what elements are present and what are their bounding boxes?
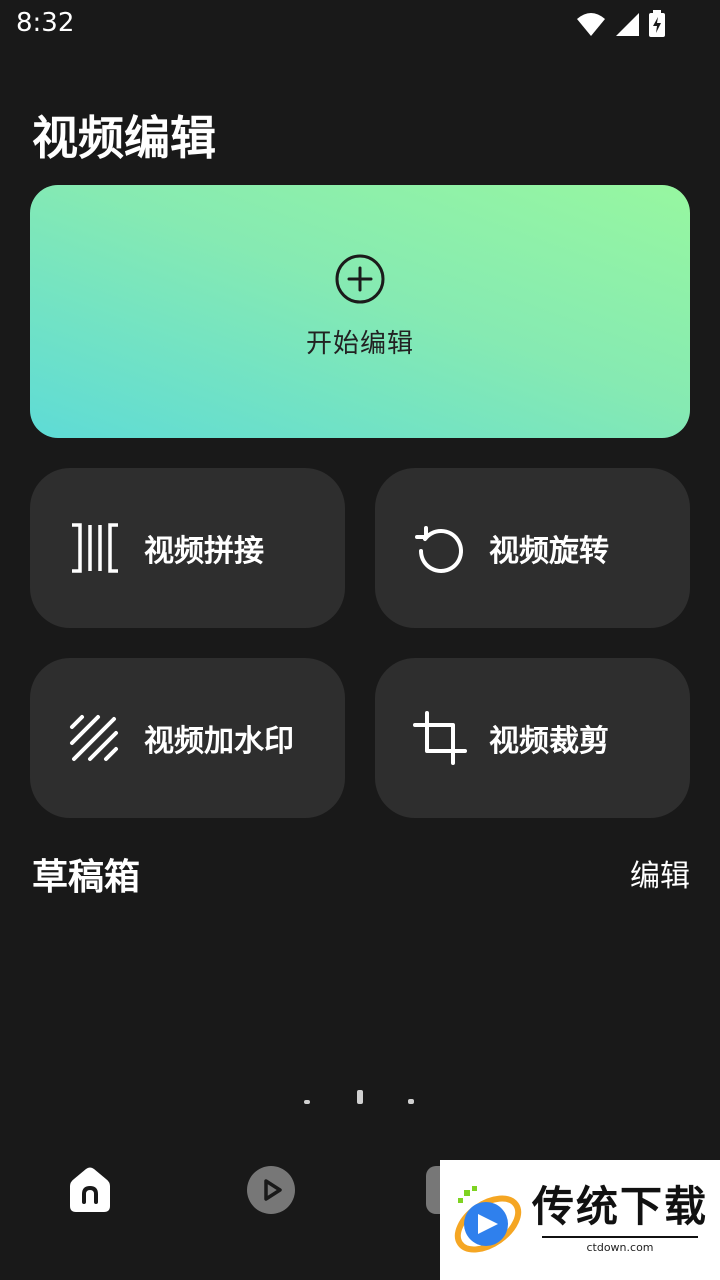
start-edit-card[interactable]: 开始编辑 (30, 185, 690, 438)
home-icon[interactable] (66, 1166, 114, 1214)
rotate-video-button[interactable]: 视频旋转 (375, 468, 690, 628)
crop-icon (413, 711, 467, 765)
watermark-icon (70, 715, 118, 761)
rotate-icon (415, 526, 463, 573)
watermark-video-label: 视频加水印 (144, 724, 294, 759)
play-icon[interactable] (247, 1166, 295, 1214)
watermark-subtitle: ctdown.com (542, 1236, 698, 1254)
page-title: 视频编辑 (32, 111, 216, 165)
watermark-video-button[interactable]: 视频加水印 (30, 658, 345, 818)
watermark-title: 传统下载 (532, 1182, 709, 1231)
wifi-icon (577, 13, 605, 36)
merge-icon (72, 523, 118, 573)
loading-indicator (304, 1090, 414, 1104)
site-watermark: 传统下载 ctdown.com (440, 1160, 720, 1280)
merge-video-button[interactable]: 视频拼接 (30, 468, 345, 628)
drafts-title: 草稿箱 (32, 857, 141, 898)
crop-video-button[interactable]: 视频裁剪 (375, 658, 690, 818)
ctdown-logo-icon (454, 1186, 522, 1253)
signal-icon (616, 13, 639, 36)
status-bar: 8:32 (0, 0, 720, 50)
rotate-video-label: 视频旋转 (489, 534, 609, 569)
status-icons (576, 10, 666, 38)
start-edit-label: 开始编辑 (305, 329, 414, 359)
crop-video-label: 视频裁剪 (489, 724, 609, 759)
battery-charging-icon (649, 10, 665, 37)
merge-video-label: 视频拼接 (144, 534, 264, 569)
status-time: 8:32 (16, 8, 75, 38)
drafts-edit-button[interactable]: 编辑 (630, 851, 690, 895)
plus-circle-icon (335, 254, 385, 304)
